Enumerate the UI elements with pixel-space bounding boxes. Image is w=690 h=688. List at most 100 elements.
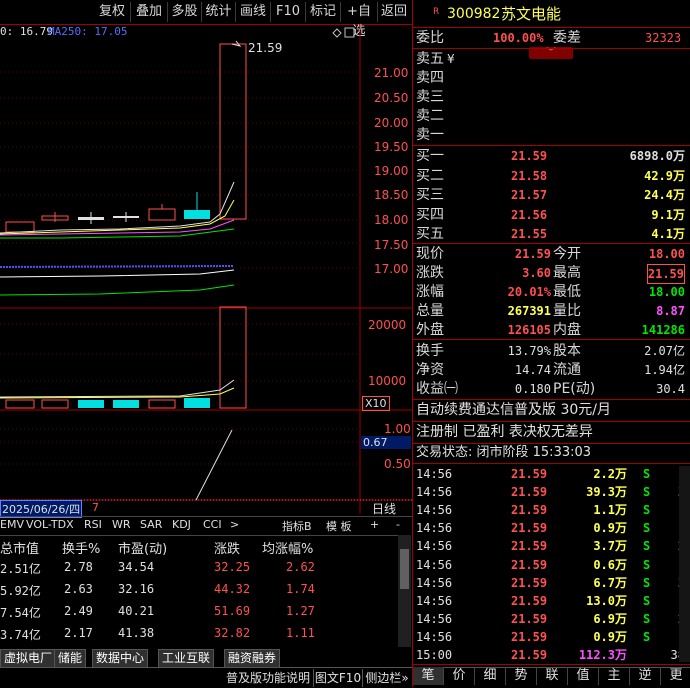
promo-row[interactable]: 自动续费通达信普及版 30元/月 bbox=[413, 401, 690, 421]
tick-row: 15:00 21.59 112.3万 38 bbox=[413, 646, 690, 664]
sell-level-price: ¥ bbox=[447, 52, 455, 66]
zoom-in-button[interactable]: + bbox=[370, 518, 379, 531]
tab-energy-storage[interactable]: 储能 bbox=[54, 649, 87, 668]
detail-tab[interactable]: 笔 bbox=[413, 667, 444, 685]
volume-bars bbox=[5, 306, 247, 409]
tab-cci[interactable]: CCI bbox=[203, 518, 222, 531]
tab-virtual-power-plant[interactable]: 虚拟电厂 bbox=[0, 649, 57, 668]
quote-label: 量比 bbox=[553, 303, 581, 319]
period-selector[interactable]: 日线 bbox=[372, 500, 396, 517]
sidebar-toggle[interactable]: 侧边栏» bbox=[362, 669, 411, 687]
tick-row: 14:5621.591.1万S1 bbox=[413, 501, 690, 519]
detail-tab[interactable]: 联 bbox=[537, 667, 568, 685]
column-header[interactable]: 总市值 bbox=[0, 538, 39, 557]
column-header[interactable]: 均涨幅% bbox=[262, 538, 313, 557]
tick-time: 14:56 bbox=[416, 485, 453, 500]
column-header[interactable]: 换手% bbox=[62, 538, 100, 557]
detail-tab[interactable]: 更 bbox=[661, 667, 690, 685]
detail-tab[interactable]: 细 bbox=[475, 667, 506, 685]
detail-tab[interactable]: 逆 bbox=[630, 667, 661, 685]
buy-level-volume: 4.1万 bbox=[651, 227, 685, 241]
table-row[interactable]: 5.92亿 2.63 32.16 44.32 1.74 bbox=[0, 582, 398, 600]
tick-time: 14:56 bbox=[416, 575, 453, 590]
buy-level-label: 买二 bbox=[416, 167, 444, 184]
tick-volume: 112.3万 bbox=[578, 648, 627, 662]
trade-state-row: 交易状态: 闭市阶段 15:33:03 bbox=[413, 444, 690, 463]
promo-text[interactable]: 自动续费通达信普及版 30元/月 bbox=[416, 401, 611, 419]
detail-tab[interactable]: 价 bbox=[444, 667, 475, 685]
tab-emv[interactable]: EMV bbox=[0, 518, 24, 531]
detail-tab[interactable]: 值 bbox=[568, 667, 599, 685]
table-row[interactable]: 7.54亿 2.49 40.21 51.69 1.27 bbox=[0, 604, 398, 622]
toolbar-mark-button[interactable]: 标记 bbox=[306, 2, 341, 22]
tick-volume: 3.7万 bbox=[593, 539, 627, 554]
sell-level-row[interactable]: 卖三 bbox=[413, 88, 690, 106]
volume-axis-tick: 10000 bbox=[368, 374, 407, 388]
table-scrollbar[interactable] bbox=[398, 535, 411, 647]
price-axis-tick: 18.00 bbox=[374, 213, 409, 227]
toolbar-add-watchlist-button[interactable]: +自选 bbox=[341, 2, 378, 39]
buy-level-label: 买三 bbox=[416, 187, 444, 203]
fundamentals-label: 股本 bbox=[553, 343, 581, 359]
table-cell: 1.11 bbox=[286, 626, 315, 640]
quote-value: 8.87 bbox=[656, 304, 685, 318]
tab-rsi[interactable]: RSI bbox=[84, 518, 102, 531]
fundamentals-value: 13.79% bbox=[507, 344, 551, 358]
detail-tab[interactable]: 势 bbox=[506, 667, 537, 685]
tab-kdj[interactable]: KDJ bbox=[172, 518, 191, 531]
detail-tab[interactable]: 主 bbox=[599, 667, 630, 685]
window-icon[interactable] bbox=[344, 27, 355, 38]
tick-side: S bbox=[643, 539, 651, 554]
f10-link[interactable]: 图文F10 bbox=[313, 669, 362, 687]
toolbar-back-button[interactable]: 返回 bbox=[378, 2, 410, 22]
quote-row: 涨跌 3.60 最高 21.59 bbox=[413, 264, 690, 284]
zoom-out-button[interactable]: - bbox=[396, 518, 400, 531]
price-axis-tick: 21.00 bbox=[374, 66, 409, 80]
indicator-b-button[interactable]: 指标B bbox=[282, 518, 312, 534]
sell-level-row[interactable]: 卖四 bbox=[413, 69, 690, 87]
sell-level-row[interactable]: 卖二 bbox=[413, 107, 690, 125]
toolbar-draw-button[interactable]: 画线 bbox=[236, 2, 271, 22]
buy-level-row[interactable]: 买二 21.58 42.9万 bbox=[413, 167, 690, 185]
ticks-scrollbar[interactable] bbox=[679, 466, 690, 662]
toolbar-multistock-button[interactable]: 多股 bbox=[168, 2, 202, 22]
tick-side: S bbox=[643, 503, 651, 518]
price-axis-tick: 17.50 bbox=[374, 238, 409, 252]
table-row[interactable]: 2.51亿 2.78 34.54 32.25 2.62 bbox=[0, 560, 398, 578]
fundamentals-value: 30.4 bbox=[656, 382, 685, 396]
buy-level-row[interactable]: 买四 21.56 9.1万 bbox=[413, 206, 690, 224]
diamond-icon[interactable] bbox=[332, 28, 342, 38]
table-cell: 3.74亿 bbox=[0, 628, 41, 642]
tab-margin-trading[interactable]: 融资融券 bbox=[224, 649, 281, 668]
toolbar-stats-button[interactable]: 统计 bbox=[202, 2, 236, 22]
tick-price: 21.59 bbox=[511, 593, 548, 608]
sell-level-row[interactable]: 卖五 ¥ bbox=[413, 50, 690, 68]
buy-level-row[interactable]: 买三 21.57 24.4万 bbox=[413, 186, 690, 204]
buy-level-volume: 6898.0万 bbox=[629, 149, 685, 163]
tab-more-arrow[interactable]: > bbox=[230, 518, 239, 531]
table-cell: 44.32 bbox=[214, 582, 251, 596]
column-header[interactable]: 涨跌 bbox=[214, 538, 240, 557]
column-header[interactable]: 市盈(动) bbox=[118, 538, 167, 557]
template-button[interactable]: 模 板 bbox=[326, 518, 352, 534]
buy-level-row[interactable]: 买一 21.59 6898.0万 bbox=[413, 147, 690, 165]
quote-value: 3.60 bbox=[522, 266, 551, 280]
tab-vol-tdx[interactable]: VOL-TDX bbox=[26, 518, 74, 531]
quote-value: 18.00 bbox=[648, 285, 685, 299]
tab-industrial-internet[interactable]: 工业互联 bbox=[158, 649, 215, 668]
table-row[interactable]: 3.74亿 2.17 41.38 32.82 1.11 bbox=[0, 626, 398, 644]
help-link[interactable]: 普及版功能说明 bbox=[224, 669, 312, 687]
table-cell: 34.54 bbox=[118, 560, 155, 574]
fundamentals-row: 收益㈠ 0.180 PE(动) 30.4 bbox=[413, 380, 690, 398]
toolbar-fuquan-button[interactable]: 复权 bbox=[94, 2, 131, 22]
tab-wr[interactable]: WR bbox=[112, 518, 131, 531]
quote-label: 涨幅 bbox=[416, 284, 444, 300]
toolbar-f10-button[interactable]: F10 bbox=[271, 2, 306, 22]
sell-level-row[interactable]: 卖一 bbox=[413, 126, 690, 144]
tick-price: 21.59 bbox=[511, 575, 548, 590]
stock-name: 苏文电能 bbox=[501, 5, 562, 23]
tab-sar[interactable]: SAR bbox=[140, 518, 162, 531]
toolbar-overlay-button[interactable]: 叠加 bbox=[131, 2, 168, 22]
tab-data-center[interactable]: 数据中心 bbox=[92, 649, 149, 668]
buy-level-row[interactable]: 买五 21.55 4.1万 bbox=[413, 225, 690, 243]
